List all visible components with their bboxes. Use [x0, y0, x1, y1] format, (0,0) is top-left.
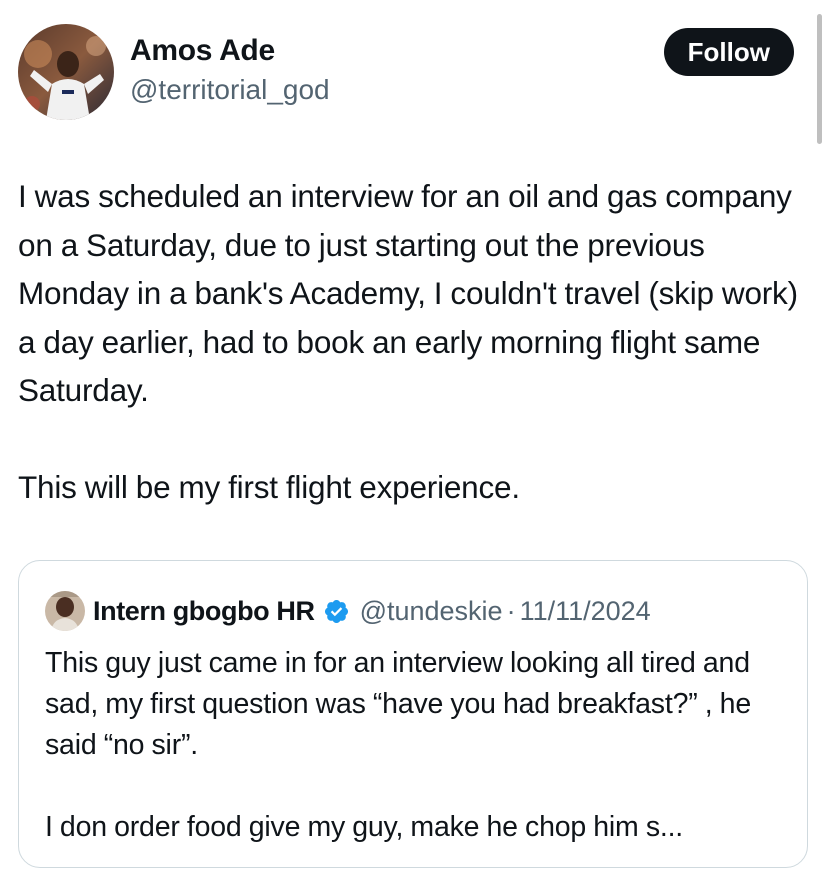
author-avatar[interactable] — [18, 24, 114, 120]
quoted-tweet-header: Intern gbogbo HR @tundeskie · 11/11/2024 — [45, 591, 651, 631]
verified-badge-icon — [324, 599, 348, 623]
quoted-author-display-name[interactable]: Intern gbogbo HR — [93, 596, 315, 627]
quoted-tweet[interactable]: Intern gbogbo HR @tundeskie · 11/11/2024… — [18, 560, 808, 868]
scrollbar[interactable] — [817, 14, 822, 144]
quoted-author-avatar[interactable] — [45, 591, 85, 631]
quoted-tweet-paragraph: This guy just came in for an interview l… — [45, 647, 751, 761]
author-handle[interactable]: @territorial_god — [130, 72, 330, 108]
separator-dot: · — [506, 595, 516, 626]
tweet-header: Amos Ade @territorial_god Follow — [18, 24, 794, 124]
tweet-card: Amos Ade @territorial_god Follow I was s… — [0, 0, 828, 890]
quoted-user-avatar-icon — [45, 591, 85, 631]
user-avatar-icon — [18, 24, 114, 120]
tweet-paragraph: I was scheduled an interview for an oil … — [18, 178, 798, 408]
quoted-tweet-text: This guy just came in for an interview l… — [45, 643, 785, 848]
follow-button[interactable]: Follow — [663, 28, 794, 76]
author-display-name[interactable]: Amos Ade — [130, 32, 330, 70]
author-names: Amos Ade @territorial_god — [130, 32, 330, 108]
quoted-tweet-paragraph: I don order food give my guy, make he ch… — [45, 811, 684, 843]
tweet-text: I was scheduled an interview for an oil … — [18, 172, 808, 512]
quoted-author-handle[interactable]: @tundeskie — [360, 596, 503, 627]
quoted-tweet-date[interactable]: 11/11/2024 — [520, 596, 651, 627]
tweet-paragraph: This will be my first flight experience. — [18, 469, 520, 505]
